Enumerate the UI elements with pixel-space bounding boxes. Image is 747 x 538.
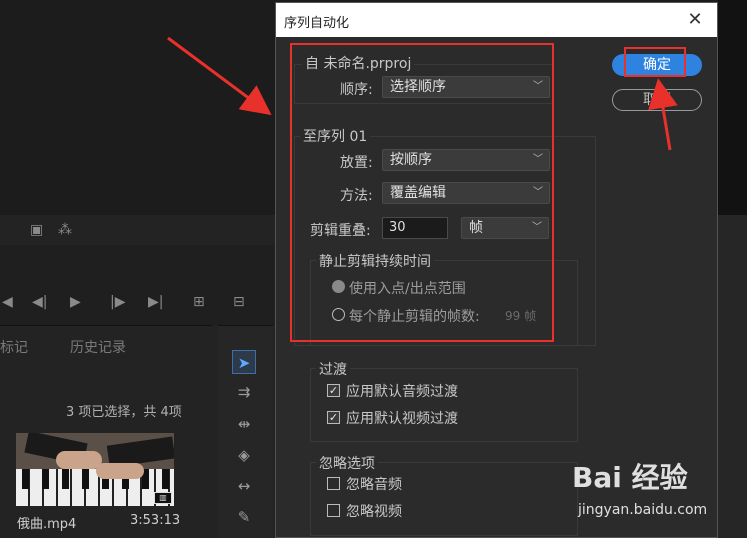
- pen-tool-icon[interactable]: ✎: [232, 505, 256, 529]
- audio-badge-icon: ▥: [154, 492, 172, 504]
- dialog-titlebar: 序列自动化 ✕: [276, 3, 717, 37]
- ignore-audio-checkbox[interactable]: [327, 477, 340, 490]
- tab-markers[interactable]: 标记: [0, 337, 28, 357]
- ignore-audio-label: 忽略音频: [346, 477, 402, 493]
- watermark-logo: Bai 经验: [572, 461, 688, 494]
- monitor-right-edge: [718, 0, 747, 215]
- apply-video-transition-label: 应用默认视频过渡: [346, 411, 458, 427]
- export-frame-icon[interactable]: ⊟: [233, 295, 245, 309]
- step-back-icon[interactable]: ◀: [2, 295, 13, 309]
- hand-right: [96, 463, 144, 479]
- close-icon[interactable]: ✕: [683, 8, 707, 32]
- clip-duration: 3:53:13: [130, 513, 181, 528]
- highlight-settings-box: [290, 43, 554, 342]
- audio-waveform-icon[interactable]: ⁂: [58, 223, 72, 237]
- ignore-video-label: 忽略视频: [346, 504, 402, 520]
- watermark-url: jingyan.baidu.com: [578, 502, 708, 518]
- apply-audio-transition-checkbox[interactable]: ✓: [327, 384, 340, 397]
- apply-audio-transition-label: 应用默认音频过渡: [346, 384, 458, 400]
- highlight-ok-box: [624, 47, 686, 77]
- apply-video-transition-checkbox[interactable]: ✓: [327, 411, 340, 424]
- transitions-label: 过渡: [316, 359, 350, 379]
- razor-tool-icon[interactable]: ◈: [232, 443, 256, 467]
- marker-icon[interactable]: ▣: [30, 223, 43, 237]
- ignore-options-label: 忽略选项: [316, 453, 378, 473]
- dialog-title: 序列自动化: [284, 16, 350, 31]
- slip-tool-icon[interactable]: ↔: [232, 474, 256, 498]
- play-icon[interactable]: ▶: [70, 295, 81, 309]
- frame-back-icon[interactable]: ◀|: [32, 295, 47, 309]
- hand-left: [56, 451, 102, 469]
- ignore-video-checkbox[interactable]: [327, 504, 340, 517]
- go-to-out-icon[interactable]: ▶|: [148, 295, 163, 309]
- clip-name[interactable]: 俄曲.mp4: [17, 513, 76, 532]
- baidu-watermark: Bai 经验 jingyan.baidu.com: [572, 456, 742, 526]
- frame-forward-icon[interactable]: |▶: [110, 295, 125, 309]
- ripple-edit-tool-icon[interactable]: ⇹: [232, 412, 256, 436]
- track-select-tool-icon[interactable]: ⇉: [232, 380, 256, 404]
- selection-status: 3 项已选择，共 4项: [66, 405, 182, 420]
- tab-history[interactable]: 历史记录: [70, 337, 126, 357]
- insert-icon[interactable]: ⊞: [193, 295, 205, 309]
- cancel-button[interactable]: 取消: [612, 89, 702, 111]
- selection-tool-icon[interactable]: ➤: [232, 350, 256, 374]
- transitions-group: [310, 368, 578, 442]
- clip-thumbnail[interactable]: ▥: [16, 433, 174, 506]
